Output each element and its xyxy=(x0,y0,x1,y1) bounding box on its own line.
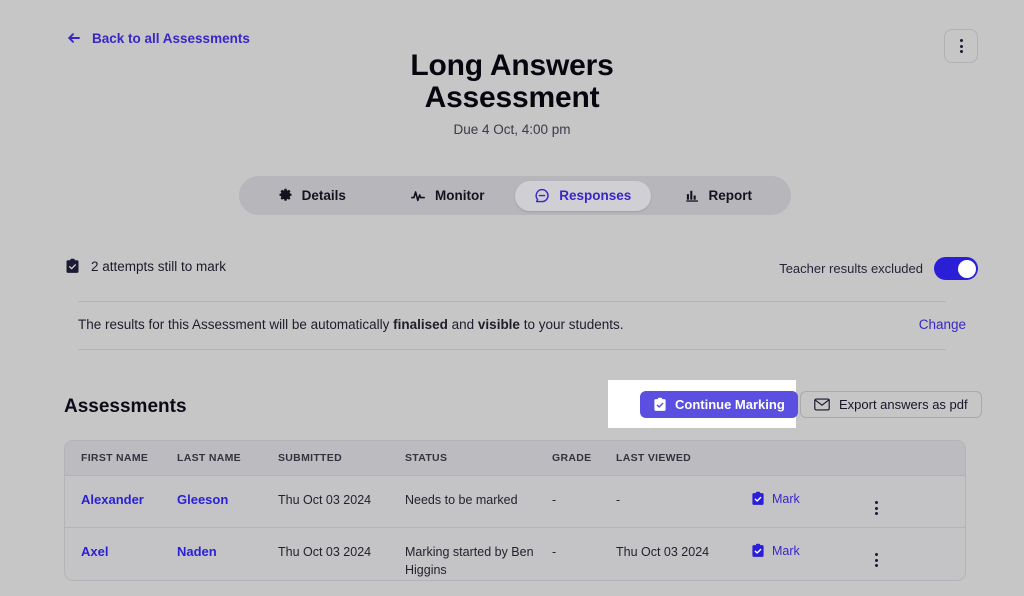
notice-text-1: The results for this Assessment will be … xyxy=(78,317,394,332)
mark-action-label: Mark xyxy=(772,543,800,558)
due-date: Due 4 Oct, 4:00 pm xyxy=(453,122,571,137)
export-answers-button[interactable]: Export answers as pdf xyxy=(800,391,982,418)
teacher-results-toggle-row: Teacher results excluded xyxy=(779,257,978,280)
student-last-name-link[interactable]: Gleeson xyxy=(177,492,228,507)
cell-submitted: Thu Oct 03 2024 xyxy=(278,545,372,559)
clipboard-check-icon xyxy=(751,491,765,506)
change-results-link[interactable]: Change xyxy=(919,317,966,332)
tab-details-label: Details xyxy=(301,188,346,203)
teacher-results-toggle[interactable] xyxy=(934,257,978,280)
continue-marking-label: Continue Marking xyxy=(675,397,785,412)
mark-action-link[interactable]: Mark xyxy=(751,491,800,506)
back-link-label: Back to all Assessments xyxy=(92,30,250,46)
student-last-name-link[interactable]: Naden xyxy=(177,544,217,559)
page-title-line-2: Assessment xyxy=(424,80,600,114)
tab-bar: Details Monitor Responses Report xyxy=(239,176,791,215)
tab-responses[interactable]: Responses xyxy=(515,180,651,211)
tab-report[interactable]: Report xyxy=(651,181,787,211)
cell-submitted: Thu Oct 03 2024 xyxy=(278,493,372,507)
row-menu-button[interactable] xyxy=(871,552,882,568)
back-to-assessments-link[interactable]: Back to all Assessments xyxy=(66,30,250,46)
notice-bold-visible: visible xyxy=(477,317,520,332)
kebab-menu-icon xyxy=(875,501,878,515)
arrow-left-icon xyxy=(66,30,82,46)
responses-page: Back to all Assessments Long Answers Ass… xyxy=(0,0,1024,596)
divider-bottom xyxy=(78,349,946,350)
notice-text-2: and xyxy=(447,317,478,332)
section-title: Assessments xyxy=(64,396,187,417)
speech-bubble-icon xyxy=(534,188,550,204)
bar-chart-icon xyxy=(685,188,700,203)
cell-status: Needs to be marked xyxy=(405,493,518,507)
page-title: Long Answers Assessment xyxy=(0,50,1024,113)
notice-text-3: to your students. xyxy=(519,317,624,332)
continue-marking-button[interactable]: Continue Marking xyxy=(640,391,798,418)
kebab-menu-icon xyxy=(875,553,878,567)
cell-status: Marking started by Ben Higgins xyxy=(405,545,534,578)
student-first-name-link[interactable]: Alexander xyxy=(81,492,144,507)
tab-report-label: Report xyxy=(708,188,753,203)
clipboard-check-icon xyxy=(751,543,765,558)
tab-monitor-label: Monitor xyxy=(435,188,485,203)
row-menu-button[interactable] xyxy=(871,500,882,516)
column-header-first-name: FIRST NAME xyxy=(81,452,149,464)
mark-action-label: Mark xyxy=(772,491,800,506)
envelope-icon xyxy=(814,398,830,411)
attempts-status: 2 attempts still to mark xyxy=(65,258,226,274)
toggle-knob xyxy=(957,259,976,278)
column-header-last-viewed: LAST VIEWED xyxy=(616,452,692,464)
column-header-grade: GRADE xyxy=(552,452,592,464)
gear-icon xyxy=(278,188,293,203)
table-row: Alexander Gleeson Thu Oct 03 2024 Needs … xyxy=(65,476,965,528)
assessments-table: FIRST NAME LAST NAME SUBMITTED STATUS GR… xyxy=(64,440,966,581)
cell-last-viewed: Thu Oct 03 2024 xyxy=(616,545,710,559)
results-notice: The results for this Assessment will be … xyxy=(78,317,624,332)
tab-details[interactable]: Details xyxy=(244,181,380,211)
export-answers-label: Export answers as pdf xyxy=(839,397,968,412)
cell-grade: - xyxy=(552,493,557,507)
clipboard-check-icon xyxy=(65,258,80,274)
divider-top xyxy=(78,301,946,302)
mark-action-link[interactable]: Mark xyxy=(751,543,800,558)
column-header-status: STATUS xyxy=(405,452,448,464)
notice-bold-finalised: finalised xyxy=(393,317,448,332)
attempts-label: 2 attempts still to mark xyxy=(91,258,227,274)
table-row: Axel Naden Thu Oct 03 2024 Marking start… xyxy=(65,528,965,580)
clipboard-check-icon xyxy=(653,397,667,412)
activity-pulse-icon xyxy=(410,188,426,204)
student-first-name-link[interactable]: Axel xyxy=(81,544,108,559)
teacher-results-toggle-label: Teacher results excluded xyxy=(779,261,923,276)
cell-last-viewed: - xyxy=(616,493,621,507)
cell-grade: - xyxy=(552,545,557,559)
tab-responses-label: Responses xyxy=(559,188,632,203)
column-header-last-name: LAST NAME xyxy=(177,452,241,464)
page-title-line-1: Long Answers xyxy=(410,49,614,82)
column-header-submitted: SUBMITTED xyxy=(278,452,342,464)
table-header-row: FIRST NAME LAST NAME SUBMITTED STATUS GR… xyxy=(65,441,965,476)
tab-monitor[interactable]: Monitor xyxy=(380,181,516,211)
